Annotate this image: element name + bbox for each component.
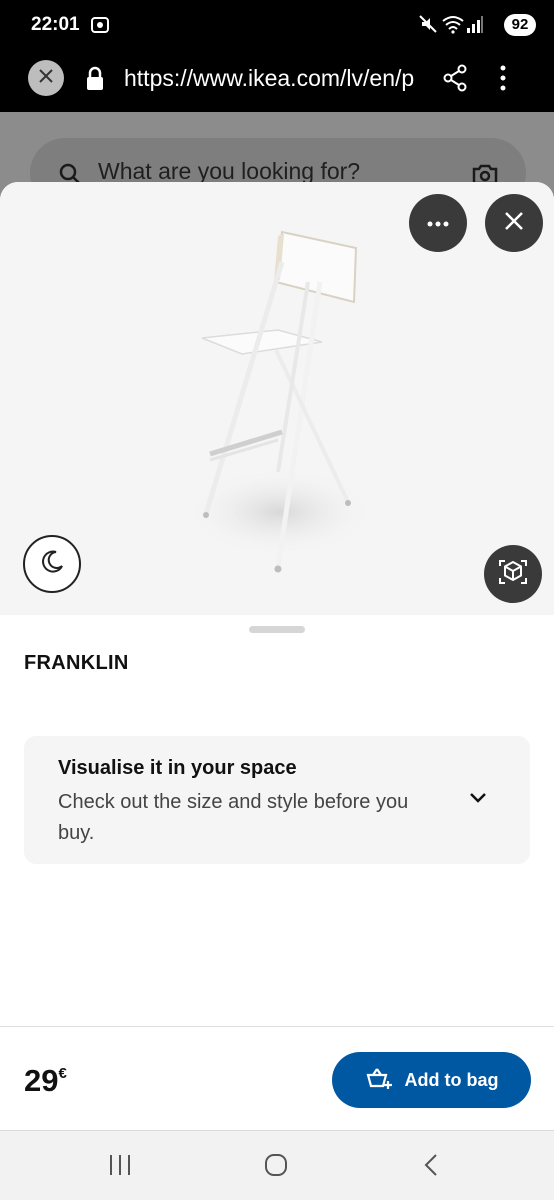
chair-3d-model xyxy=(185,230,370,573)
product-3d-sheet: FRANKLIN Visualise it in your space Chec… xyxy=(0,182,554,1130)
more-vert-icon[interactable] xyxy=(498,64,508,97)
purchase-bar: 29€ Add to bag xyxy=(0,1026,554,1130)
price: 29€ xyxy=(24,1063,67,1099)
status-bar: 22:01 92 xyxy=(0,0,554,50)
price-value: 29 xyxy=(24,1063,59,1098)
dark-mode-toggle[interactable] xyxy=(23,535,81,593)
battery-badge: 92 xyxy=(504,14,536,36)
url-text[interactable]: https://www.ikea.com/lv/en/p xyxy=(124,65,422,95)
product-name: FRANKLIN xyxy=(24,652,129,674)
status-time: 22:01 xyxy=(31,14,80,35)
search-placeholder: What are you looking for? xyxy=(98,158,361,184)
visualise-title: Visualise it in your space xyxy=(58,757,297,779)
browser-bar: https://www.ikea.com/lv/en/p xyxy=(0,50,554,112)
visualise-description: Check out the size and style before you … xyxy=(58,791,409,844)
wifi-icon xyxy=(442,14,464,39)
3d-viewer[interactable] xyxy=(0,182,554,615)
close-icon xyxy=(504,211,524,236)
ar-cube-icon xyxy=(498,557,528,592)
moon-icon xyxy=(39,549,65,580)
close-tab-button[interactable] xyxy=(28,60,64,96)
add-to-bag-label: Add to bag xyxy=(404,1069,499,1090)
chevron-down-icon[interactable] xyxy=(468,790,488,809)
ar-view-button[interactable] xyxy=(484,545,542,603)
more-horiz-icon xyxy=(427,214,449,232)
recents-icon[interactable] xyxy=(108,1153,132,1182)
add-to-bag-button[interactable]: Add to bag xyxy=(332,1052,531,1108)
bag-add-icon xyxy=(365,1066,393,1095)
visualise-accordion[interactable]: Visualise it in your space Check out the… xyxy=(24,736,530,864)
share-icon[interactable] xyxy=(442,64,468,97)
mute-icon xyxy=(418,14,438,39)
drag-handle[interactable] xyxy=(249,626,305,633)
more-options-button[interactable] xyxy=(409,194,467,252)
lock-icon xyxy=(84,65,106,98)
close-icon xyxy=(38,68,54,89)
signal-icon xyxy=(466,14,484,39)
screen-record-icon xyxy=(90,15,110,40)
price-currency: € xyxy=(58,1065,67,1082)
back-icon[interactable] xyxy=(422,1153,440,1182)
close-viewer-button[interactable] xyxy=(485,194,543,252)
system-nav-bar xyxy=(0,1130,554,1200)
home-icon[interactable] xyxy=(264,1153,288,1182)
